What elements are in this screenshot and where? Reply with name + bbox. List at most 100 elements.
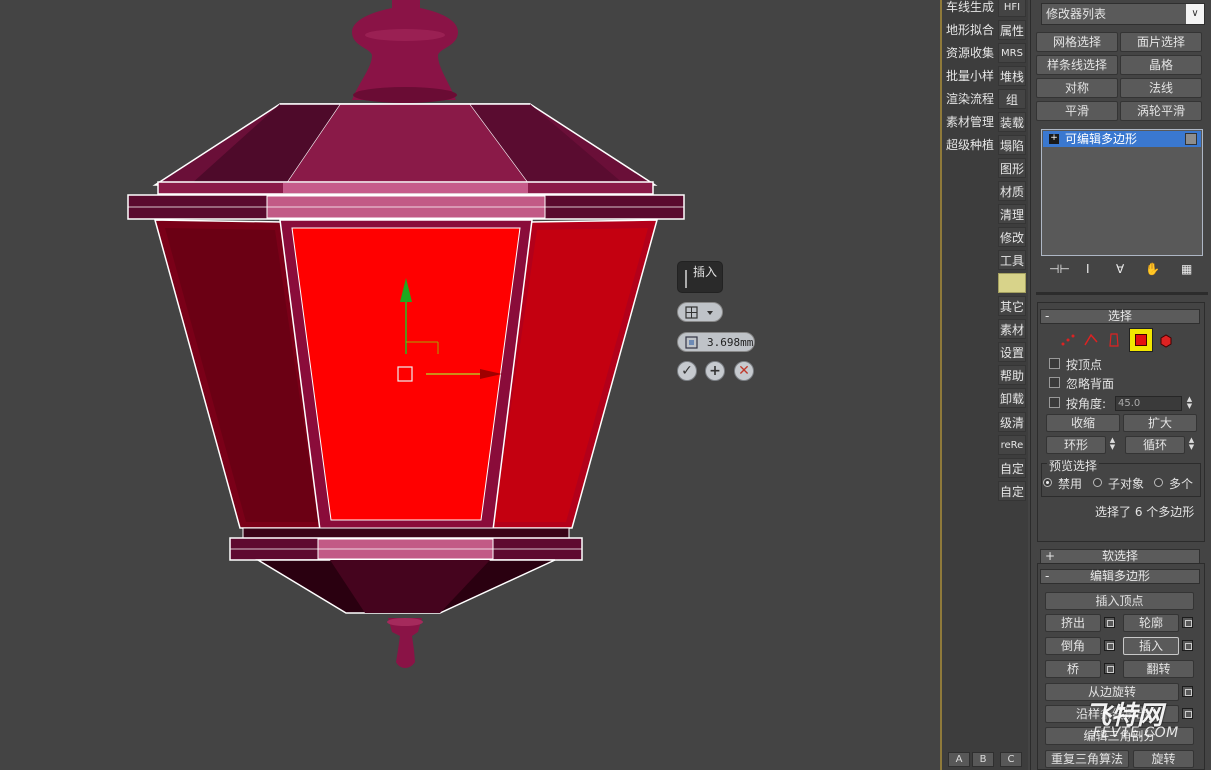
- divider: [1036, 292, 1208, 295]
- plugin-tool[interactable]: 素材: [998, 319, 1026, 339]
- plugin-tool[interactable]: HFI: [998, 0, 1026, 17]
- plugin-tool-highlighted[interactable]: [998, 273, 1026, 293]
- by-vertex-checkbox[interactable]: [1049, 358, 1060, 369]
- edge-mode-icon[interactable]: [1081, 330, 1101, 350]
- lantern-model[interactable]: [0, 0, 940, 770]
- pin-stack-icon[interactable]: ⊣⊢: [1049, 262, 1070, 276]
- flip-button[interactable]: 翻转: [1123, 660, 1194, 678]
- angle-input[interactable]: 45.0: [1115, 396, 1182, 411]
- lattice-button[interactable]: 晶格: [1120, 55, 1202, 75]
- plugin-item[interactable]: 素材管理: [946, 112, 1000, 132]
- ring-spinner[interactable]: ▲ ▼: [1108, 437, 1117, 452]
- plugin-tool[interactable]: 设置: [998, 342, 1026, 362]
- show-end-result-icon[interactable]: Ⅰ: [1086, 262, 1090, 276]
- plugin-tool[interactable]: 自定: [998, 481, 1026, 501]
- tab-b[interactable]: B: [972, 752, 994, 767]
- smooth-button[interactable]: 平滑: [1036, 101, 1118, 121]
- plugin-tool[interactable]: MRS: [998, 43, 1026, 63]
- shrink-button[interactable]: 收缩: [1046, 414, 1120, 432]
- element-mode-icon[interactable]: [1156, 330, 1176, 350]
- perspective-viewport[interactable]: 插入 3.698mm ✓ + ✕: [0, 0, 940, 770]
- remove-modifier-icon[interactable]: ✋: [1145, 262, 1160, 276]
- plugin-tool[interactable]: 清理: [998, 204, 1026, 224]
- soft-selection-header[interactable]: + 软选择: [1040, 549, 1200, 564]
- caddy-apply-button[interactable]: +: [705, 361, 725, 381]
- plugin-tool[interactable]: 属性: [998, 20, 1026, 40]
- edit-polygons-header[interactable]: - 编辑多边形: [1040, 569, 1200, 584]
- plugin-tool[interactable]: 堆栈: [998, 66, 1026, 86]
- normal-button[interactable]: 法线: [1120, 78, 1202, 98]
- turn-button[interactable]: 旋转: [1133, 750, 1194, 768]
- stack-item-editable-poly[interactable]: + 可编辑多边形: [1043, 131, 1201, 147]
- preview-subobject-label: 子对象: [1108, 477, 1145, 491]
- plugin-tool[interactable]: 自定: [998, 458, 1026, 478]
- inset-button[interactable]: 插入: [1123, 637, 1179, 655]
- symmetry-button[interactable]: 对称: [1036, 78, 1118, 98]
- plugin-tool[interactable]: 装载: [998, 112, 1026, 132]
- x-icon: ✕: [738, 363, 750, 379]
- tab-c[interactable]: C: [1000, 752, 1022, 767]
- plugin-item[interactable]: 超级种植: [946, 135, 1000, 155]
- hinge-settings-icon[interactable]: [1182, 686, 1193, 697]
- polygon-mode-button[interactable]: [1129, 328, 1153, 352]
- bridge-settings-icon[interactable]: [1104, 663, 1115, 674]
- inset-settings-icon[interactable]: [1182, 640, 1193, 651]
- by-angle-checkbox[interactable]: [1049, 397, 1060, 408]
- inset-type-dropdown[interactable]: [677, 302, 723, 322]
- plugin-tool[interactable]: 级清: [998, 412, 1026, 432]
- plugin-item[interactable]: 车线生成: [946, 0, 1000, 17]
- insert-vertex-button[interactable]: 插入顶点: [1045, 592, 1194, 610]
- loop-button[interactable]: 循环: [1125, 436, 1185, 454]
- mesh-select-button[interactable]: 网格选择: [1036, 32, 1118, 52]
- preview-subobject-radio[interactable]: [1093, 478, 1102, 487]
- grow-button[interactable]: 扩大: [1123, 414, 1197, 432]
- plugin-item[interactable]: 批量小样: [946, 66, 1000, 86]
- extrude-spline-settings-icon[interactable]: [1182, 708, 1193, 719]
- expand-icon[interactable]: +: [1049, 134, 1059, 144]
- plugin-tool[interactable]: 工具: [998, 250, 1026, 270]
- plugin-item[interactable]: 地形拟合: [946, 20, 1000, 40]
- plugin-tool[interactable]: 其它: [998, 296, 1026, 316]
- grid-icon: [685, 306, 713, 319]
- retriangulate-button[interactable]: 重复三角算法: [1045, 750, 1129, 768]
- border-mode-icon[interactable]: [1104, 330, 1124, 350]
- bevel-button[interactable]: 倒角: [1045, 637, 1101, 655]
- caddy-ok-button[interactable]: ✓: [677, 361, 697, 381]
- patch-select-button[interactable]: 面片选择: [1120, 32, 1202, 52]
- selection-rollout-header[interactable]: - 选择: [1040, 309, 1200, 324]
- preview-multi-radio[interactable]: [1154, 478, 1163, 487]
- preview-disabled-radio[interactable]: [1043, 478, 1052, 487]
- plugin-tool[interactable]: 修改: [998, 227, 1026, 247]
- plugin-tool[interactable]: 塌陷: [998, 135, 1026, 155]
- outline-button[interactable]: 轮廓: [1123, 614, 1179, 632]
- turbosmooth-button[interactable]: 涡轮平滑: [1120, 101, 1202, 121]
- modifier-stack[interactable]: + 可编辑多边形: [1041, 129, 1203, 256]
- spline-select-button[interactable]: 样条线选择: [1036, 55, 1118, 75]
- plugin-tool[interactable]: 材质: [998, 181, 1026, 201]
- caddy-cancel-button[interactable]: ✕: [734, 361, 754, 381]
- extrude-button[interactable]: 挤出: [1045, 614, 1101, 632]
- plugin-tool[interactable]: 帮助: [998, 365, 1026, 385]
- top-finial: [352, 0, 458, 100]
- ring-button[interactable]: 环形: [1046, 436, 1106, 454]
- bridge-button[interactable]: 桥: [1045, 660, 1101, 678]
- plugin-tool[interactable]: reRe: [998, 435, 1026, 455]
- plugin-item[interactable]: 资源收集: [946, 43, 1000, 63]
- extrude-settings-icon[interactable]: [1104, 617, 1115, 628]
- ignore-backfacing-checkbox[interactable]: [1049, 377, 1060, 388]
- plugin-item[interactable]: 渲染流程: [946, 89, 1000, 109]
- stack-toggle-icon[interactable]: [1185, 133, 1197, 145]
- outline-settings-icon[interactable]: [1182, 617, 1193, 628]
- inset-amount-field[interactable]: 3.698mm: [677, 332, 755, 352]
- plugin-tool[interactable]: 组: [998, 89, 1026, 109]
- plugin-tool[interactable]: 图形: [998, 158, 1026, 178]
- modifier-list-dropdown[interactable]: 修改器列表 ∨: [1041, 3, 1205, 25]
- bevel-settings-icon[interactable]: [1104, 640, 1115, 651]
- tab-a[interactable]: A: [948, 752, 970, 767]
- loop-spinner[interactable]: ▲ ▼: [1187, 437, 1196, 452]
- vertex-mode-icon[interactable]: [1058, 330, 1078, 350]
- angle-spinner[interactable]: ▲ ▼: [1185, 396, 1194, 411]
- plugin-tool[interactable]: 卸载: [998, 388, 1026, 408]
- configure-sets-icon[interactable]: ▦: [1181, 262, 1192, 276]
- make-unique-icon[interactable]: ∀: [1116, 262, 1124, 276]
